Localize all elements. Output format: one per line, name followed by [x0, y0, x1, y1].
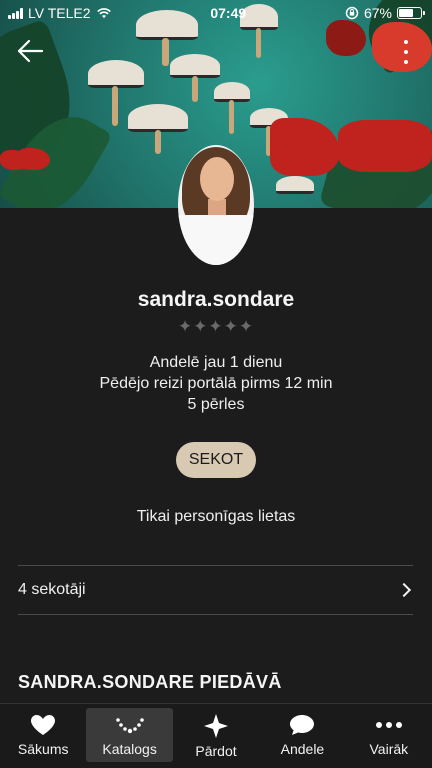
battery-icon: [397, 7, 425, 19]
tab-sell[interactable]: Pārdot: [173, 704, 259, 768]
carrier-name: LV TELE2: [28, 5, 91, 21]
chat-bubble-icon: [290, 715, 315, 735]
tab-label: Sākums: [17, 741, 69, 757]
tab-home[interactable]: Sākums: [0, 704, 86, 768]
chevron-right-icon: [396, 582, 412, 598]
tab-label: Pārdot: [195, 743, 237, 759]
orientation-lock-icon: [345, 6, 359, 20]
status-bar: LV TELE2 07:49 67%: [0, 0, 432, 26]
more-dots-icon: [375, 722, 402, 728]
profile-info: Andelē jau 1 dienu Pēdējo reizi portālā …: [0, 352, 432, 415]
followers-count: 4 sekotāji: [18, 581, 86, 598]
tab-more[interactable]: Vairāk: [346, 704, 432, 768]
heart-icon: [31, 715, 56, 735]
bottom-tab-bar: Sākums Katalogs Pārdot Andele Vairāk: [0, 703, 432, 768]
section-title: SANDRA.SONDARE PIEDĀVĀ: [18, 672, 282, 692]
tab-andele[interactable]: Andele: [259, 704, 345, 768]
followers-row[interactable]: 4 sekotāji: [18, 566, 413, 614]
tab-label: Vairāk: [369, 741, 409, 757]
follow-button[interactable]: SEKOT: [176, 442, 256, 478]
pearls-count-text: 5 pērles: [187, 396, 245, 413]
rating-stars: ✦✦✦✦✦: [177, 317, 255, 336]
last-seen-text: Pēdējo reizi portālā pirms 12 min: [99, 375, 333, 392]
profile-note: Tikai personīgas lietas: [136, 508, 296, 525]
back-arrow-icon[interactable]: [16, 38, 44, 64]
tab-catalog[interactable]: Katalogs: [86, 708, 173, 762]
member-since-text: Andelē jau 1 dienu: [149, 354, 283, 371]
more-options-icon[interactable]: [402, 40, 410, 64]
tab-label: Andele: [280, 741, 325, 757]
battery-percent: 67%: [363, 5, 392, 21]
necklace-icon: [115, 718, 144, 734]
profile-username: sandra.sondare: [137, 288, 295, 311]
divider: [18, 614, 413, 615]
clock: 07:49: [210, 5, 247, 21]
avatar: [178, 145, 254, 265]
wifi-icon: [96, 7, 111, 18]
cellular-signal-icon: [8, 7, 23, 19]
sparkle-icon: [204, 714, 229, 738]
tab-label: Katalogs: [102, 741, 157, 757]
